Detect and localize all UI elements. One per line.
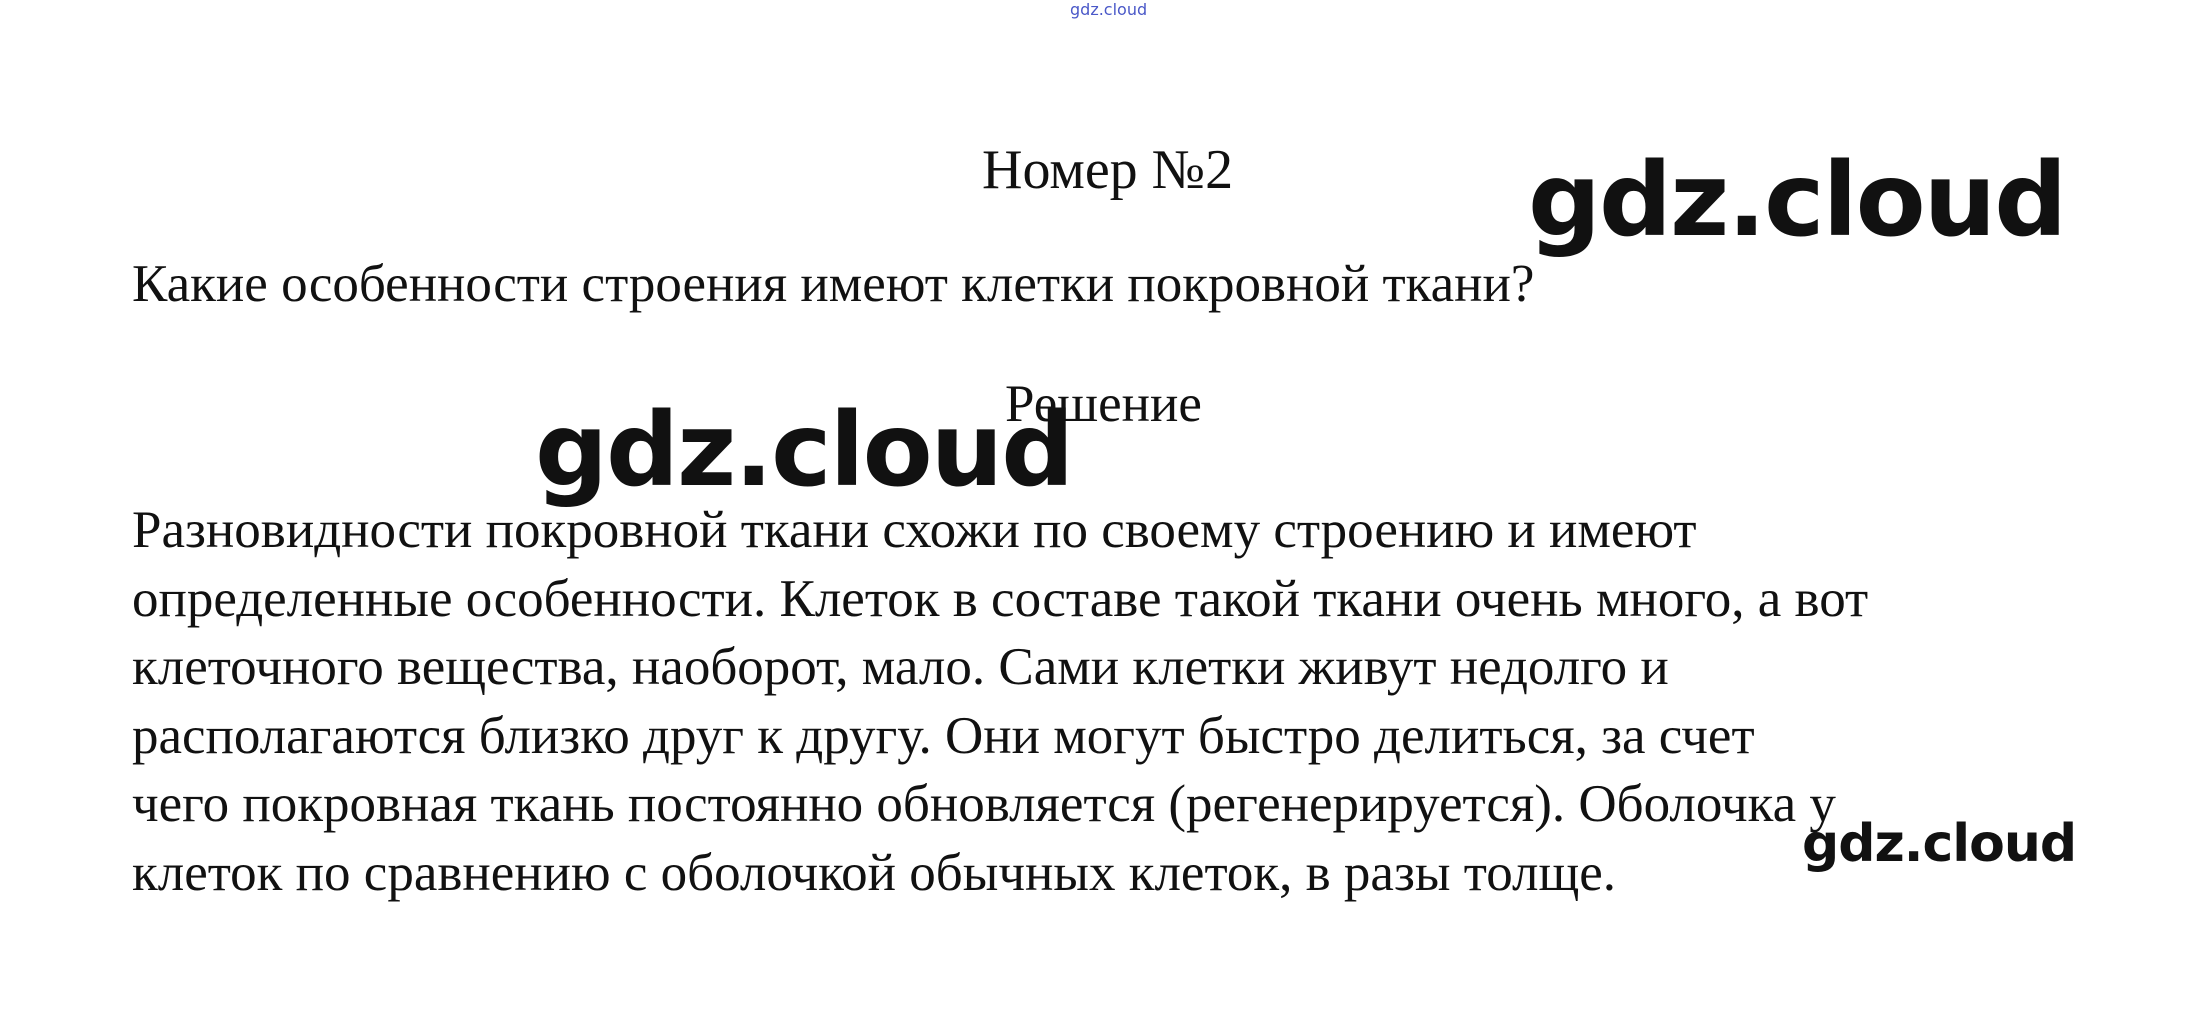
watermark-large-right: gdz.cloud: [1528, 141, 2067, 260]
answer-line: располагаются близко друг к другу. Они м…: [132, 706, 1755, 765]
document-page: gdz.cloud Номер №2 Какие особенности стр…: [0, 0, 2205, 1031]
top-watermark-link[interactable]: gdz.cloud: [1070, 2, 1147, 18]
answer-line: определенные особенности. Клеток в соста…: [132, 569, 1869, 628]
page-title: Номер №2: [982, 139, 1234, 201]
watermark-large-left: gdz.cloud: [535, 391, 1074, 510]
question-text: Какие особенности строения имеют клетки …: [132, 255, 1535, 313]
answer-line: клеточного вещества, наоборот, мало. Сам…: [132, 638, 1669, 696]
answer-line: Разновидности покровной ткани схожи по с…: [132, 501, 1697, 559]
watermark-small-bottom: gdz.cloud: [1802, 814, 2077, 874]
